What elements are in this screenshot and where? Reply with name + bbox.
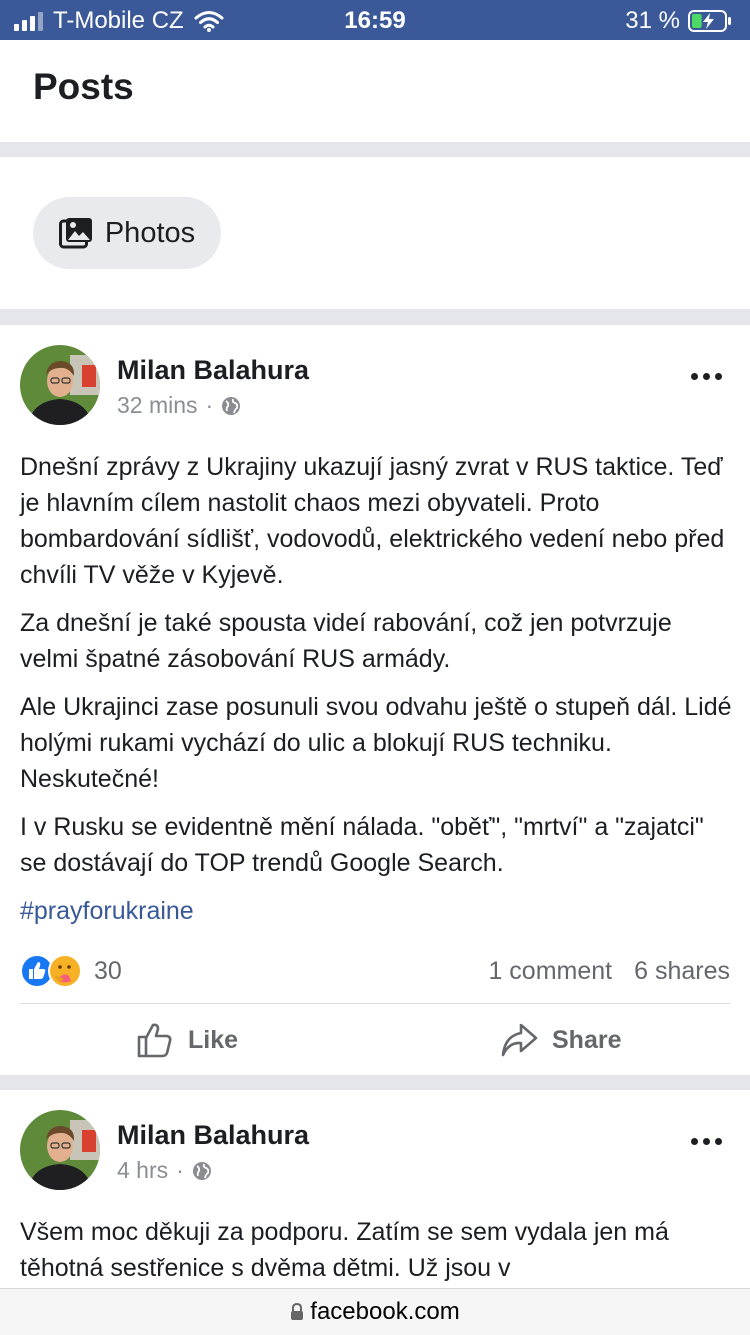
comment-count[interactable]: 1 comment [488, 957, 612, 986]
status-right: 31 % [625, 7, 732, 35]
post-stats: 1 comment 6 shares [488, 957, 730, 986]
post-author[interactable]: Milan Balahura [117, 1120, 309, 1151]
avatar-image [20, 1110, 100, 1190]
photos-section: Photos [0, 157, 750, 309]
status-left: T-Mobile CZ [14, 7, 224, 35]
share-button[interactable]: Share [500, 1005, 621, 1075]
status-bar: T-Mobile CZ 16:59 31 % [0, 0, 750, 40]
section-separator [0, 142, 750, 157]
share-label: Share [552, 1025, 622, 1054]
section-separator [0, 1075, 750, 1090]
post-paragraph: Dnešní zprávy z Ukrajiny ukazují jasný z… [20, 453, 725, 589]
hashtag-link[interactable]: #prayforukraine [20, 893, 732, 929]
post-author[interactable]: Milan Balahura [117, 355, 309, 386]
battery-percent: 31 % [625, 7, 680, 34]
reaction-count[interactable]: 30 [94, 957, 122, 986]
post-actions: Like Share [0, 1005, 750, 1075]
cell-signal-icon [14, 11, 43, 31]
post-text: Všem moc děkuji za podporu. Zatím se sem… [20, 1214, 732, 1288]
meta-dot: · [205, 392, 214, 418]
avatar[interactable] [20, 345, 100, 425]
photos-button-label: Photos [104, 216, 196, 249]
browser-url-bar[interactable]: facebook.com [0, 1288, 750, 1335]
post-paragraph: Za dnešní je také spousta videí rabování… [20, 609, 672, 673]
url-domain: facebook.com [310, 1298, 460, 1325]
post: Milan Balahura 32 mins · Dnešní zprávy z… [0, 325, 750, 1075]
carrier-name: T-Mobile CZ [53, 7, 184, 34]
care-reaction-icon [48, 954, 82, 988]
lock-icon [291, 1303, 304, 1320]
thumbs-up-icon [137, 1023, 172, 1058]
post-time[interactable]: 4 hrs [117, 1157, 168, 1184]
globe-icon [192, 1161, 211, 1180]
page-title: Posts [33, 66, 134, 107]
post-paragraph: Všem moc děkuji za podporu. Zatím se sem… [20, 1218, 669, 1282]
post-paragraph: Ale Ukrajinci zase posunuli svou odvahu … [20, 693, 732, 793]
share-count[interactable]: 6 shares [634, 957, 730, 986]
page-header: Posts [0, 40, 750, 142]
share-arrow-icon [501, 1023, 538, 1057]
avatar-image [20, 345, 100, 425]
more-options-icon[interactable] [691, 373, 722, 380]
photos-icon [58, 218, 92, 249]
globe-icon [222, 396, 241, 415]
meta-dot: · [176, 1157, 184, 1183]
section-separator [0, 309, 750, 325]
post-meta: 32 mins · [117, 392, 241, 419]
reaction-icons[interactable] [20, 954, 82, 988]
avatar[interactable] [20, 1110, 100, 1190]
wifi-icon [194, 11, 224, 32]
post-time[interactable]: 32 mins [117, 392, 198, 419]
battery-charging-icon [688, 10, 731, 32]
post-meta: 4 hrs · [117, 1157, 212, 1184]
post-paragraph: I v Rusku se evidentně mění nálada. "obě… [20, 813, 704, 877]
like-label: Like [188, 1025, 239, 1054]
reactions-bar: 30 1 comment 6 shares [20, 951, 730, 991]
photos-button[interactable]: Photos [33, 197, 221, 269]
like-button[interactable]: Like [136, 1005, 238, 1075]
actions-divider [20, 1003, 730, 1004]
post-text: Dnešní zprávy z Ukrajiny ukazují jasný z… [20, 449, 732, 941]
post: Milan Balahura 4 hrs · Všem moc děkuji z… [0, 1090, 750, 1288]
more-options-icon[interactable] [691, 1138, 722, 1145]
